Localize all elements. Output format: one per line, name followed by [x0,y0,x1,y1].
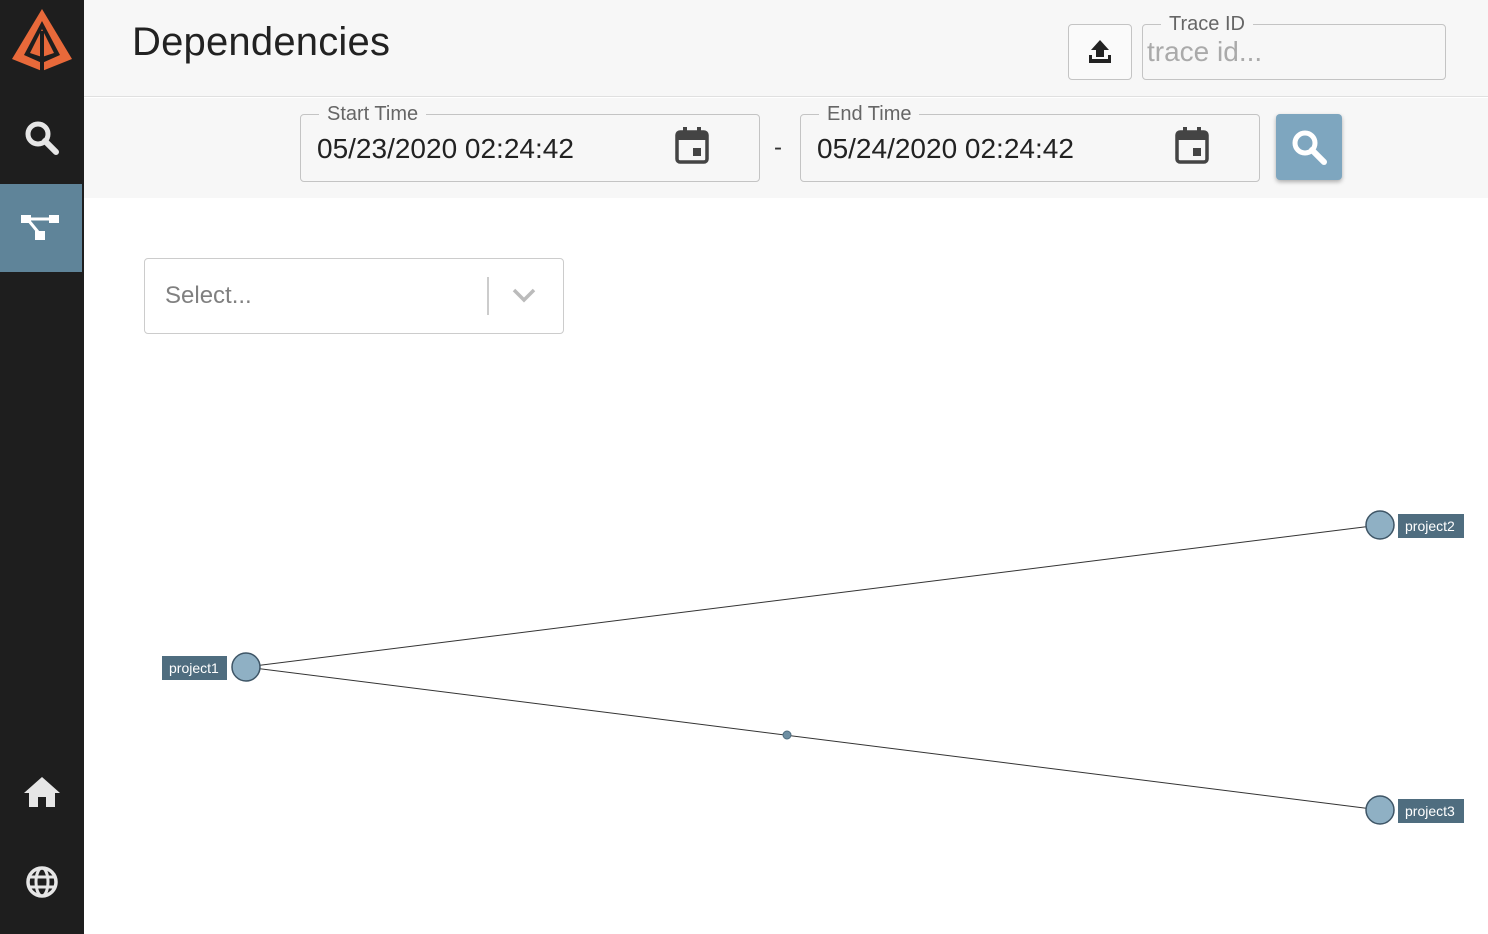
date-filter-bar: Start Time 05/23/2020 02:24:42 - End Tim… [84,98,1488,198]
sidebar-item-language[interactable] [0,842,84,922]
end-time-field[interactable]: End Time 05/24/2020 02:24:42 [800,103,1260,182]
page-title: Dependencies [132,20,391,64]
graph-node-circle[interactable] [1365,510,1395,540]
calendar-icon[interactable] [1175,127,1209,165]
page-header: Dependencies Trace ID [84,0,1488,97]
start-time-value[interactable]: 05/23/2020 02:24:42 [317,133,574,165]
node-label: project3 [1405,803,1455,819]
trace-id-field: Trace ID [1142,13,1446,80]
edge-traffic-dot [782,730,792,740]
node-label: project2 [1405,518,1455,534]
trace-id-label: Trace ID [1161,13,1253,35]
upload-trace-button[interactable] [1068,24,1132,80]
trace-id-input[interactable] [1147,35,1437,69]
end-time-label: End Time [819,103,920,125]
graph-node-project3[interactable]: project3 [1365,795,1464,825]
zipkin-logo-icon [12,9,72,71]
search-icon [25,121,59,155]
main-content: Dependencies Trace ID Start Time 05/23/2… [84,0,1488,934]
search-icon [1292,130,1327,165]
date-separator: - [774,134,782,161]
sidebar-item-search[interactable] [0,100,84,176]
home-icon [24,777,60,807]
graph-node-circle[interactable] [1365,795,1395,825]
sidebar-item-home[interactable] [0,752,84,832]
graph-node-project2[interactable]: project2 [1365,510,1464,540]
service-select-placeholder: Select... [165,282,252,309]
dependency-graph-icon [21,215,59,240]
graph-node-circle[interactable] [231,652,261,682]
sidebar [0,0,84,934]
sidebar-item-dependencies[interactable] [0,184,82,272]
node-label: project1 [169,660,219,676]
upload-icon [1089,40,1111,63]
graph-node-project1[interactable]: project1 [162,652,261,682]
select-divider [487,277,489,315]
chevron-down-icon[interactable] [511,285,537,305]
start-time-label: Start Time [319,103,427,125]
search-dependencies-button[interactable] [1276,114,1342,180]
start-time-field[interactable]: Start Time 05/23/2020 02:24:42 [300,103,760,182]
zipkin-logo[interactable] [0,4,84,76]
globe-icon [26,866,58,898]
service-select[interactable]: Select... [144,258,564,334]
calendar-icon[interactable] [675,127,709,165]
graph-edge [245,666,1381,811]
end-time-value[interactable]: 05/24/2020 02:24:42 [817,133,1074,165]
graph-edge [245,524,1381,668]
